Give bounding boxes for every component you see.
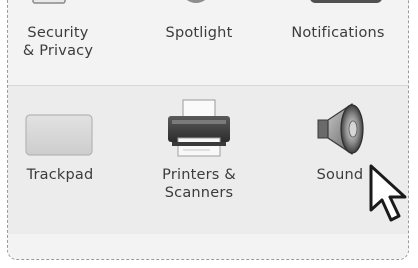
preferences-row-personal: Security & Privacy Spotlight Notificatio… (8, 0, 408, 85)
speaker-icon (312, 100, 368, 158)
pref-trackpad[interactable]: Trackpad (8, 86, 112, 234)
pref-notifications[interactable]: Notifications (274, 24, 402, 42)
mouse-pointer-icon (367, 162, 418, 228)
spotlight-icon (171, 0, 221, 9)
pref-trackpad-label: Trackpad (26, 167, 94, 183)
printer-icon (164, 98, 234, 160)
system-preferences-panel: Security & Privacy Spotlight Notificatio… (7, 0, 409, 260)
pref-spotlight[interactable]: Spotlight (144, 24, 254, 42)
notifications-icon (306, 0, 386, 7)
security-icon (30, 0, 70, 9)
pref-printers-scanners[interactable]: Printers & Scanners (140, 86, 258, 234)
pref-notifications-label: Notifications (291, 25, 385, 41)
pref-security-privacy[interactable]: Security & Privacy (10, 24, 106, 60)
preferences-row-hardware: Trackpad Printers & Scanners Sound (8, 85, 408, 235)
trackpad-icon (25, 114, 93, 156)
pref-security-privacy-label: Security & Privacy (22, 25, 94, 59)
pref-spotlight-label: Spotlight (165, 25, 233, 41)
preferences-row-bottom (8, 234, 408, 259)
pref-printers-scanners-label: Printers & Scanners (162, 167, 236, 201)
